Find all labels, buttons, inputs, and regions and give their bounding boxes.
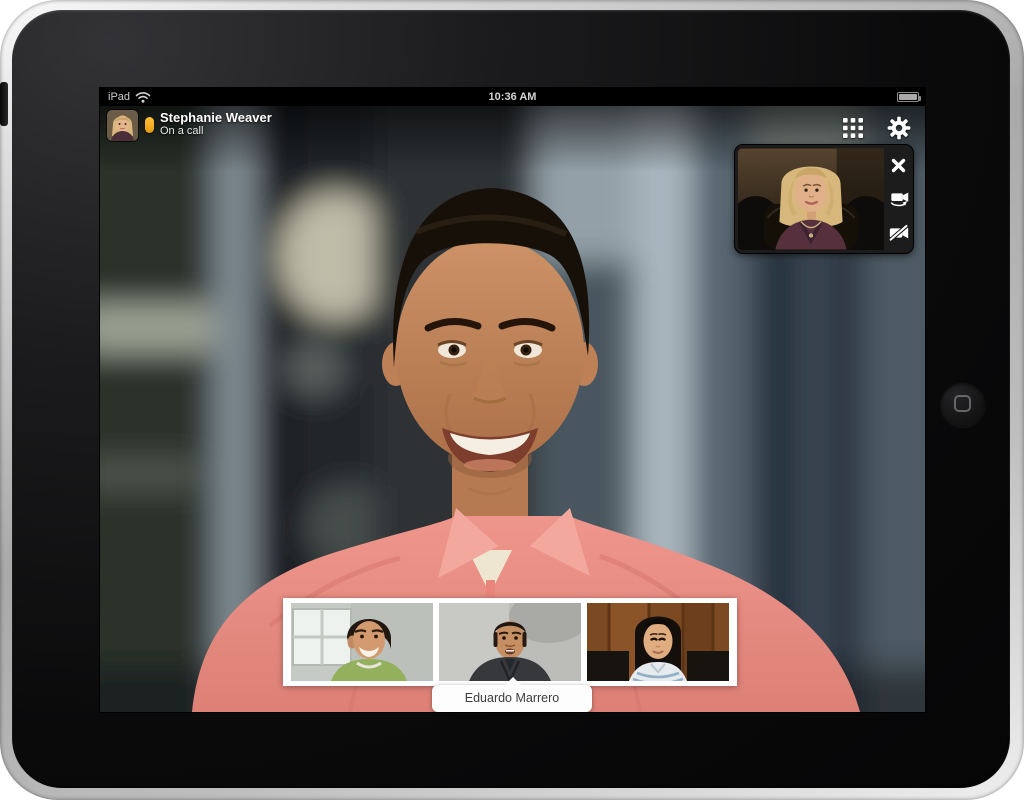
switch-camera-button[interactable] <box>889 189 909 209</box>
close-icon <box>891 158 906 173</box>
camera-off-icon <box>889 224 909 242</box>
home-button[interactable] <box>940 381 986 427</box>
participant-thumbnail-2-active[interactable] <box>439 603 581 681</box>
ipad-side-button[interactable] <box>0 82 8 126</box>
gear-icon <box>887 115 911 141</box>
self-view-panel[interactable] <box>735 145 913 253</box>
close-self-view-button[interactable] <box>889 155 909 175</box>
battery-icon <box>897 92 919 102</box>
participant-thumbnail-1[interactable] <box>291 603 433 681</box>
participant-filmstrip <box>283 598 737 686</box>
disable-camera-button[interactable] <box>889 223 909 243</box>
tooltip-arrow <box>504 677 522 686</box>
wifi-icon <box>135 91 151 103</box>
participant-thumbnail-3[interactable] <box>587 603 729 681</box>
switch-camera-icon <box>889 190 909 209</box>
home-button-square-icon <box>954 395 971 412</box>
ipad-screen: 10:36 AM iPad <box>100 88 925 712</box>
caller-info: Stephanie Weaver On a call <box>107 110 272 141</box>
presence-indicator <box>145 117 154 133</box>
status-bar: 10:36 AM iPad <box>100 88 925 106</box>
grid-icon <box>842 117 864 139</box>
active-speaker-name: Eduardo Marrero <box>465 691 560 705</box>
self-view-video <box>738 148 884 250</box>
settings-button[interactable] <box>887 116 911 140</box>
caller-avatar[interactable] <box>107 110 138 141</box>
self-view-controls <box>884 145 913 253</box>
dial-pad-grid-button[interactable] <box>841 116 865 140</box>
caller-status: On a call <box>160 125 272 138</box>
toolbar <box>841 116 911 140</box>
device-label: iPad <box>108 88 130 106</box>
screenshot-stage: 10:36 AM iPad <box>0 0 1024 800</box>
clock: 10:36 AM <box>100 88 925 106</box>
caller-name: Stephanie Weaver <box>160 110 272 125</box>
active-speaker-tooltip: Eduardo Marrero <box>432 685 592 712</box>
